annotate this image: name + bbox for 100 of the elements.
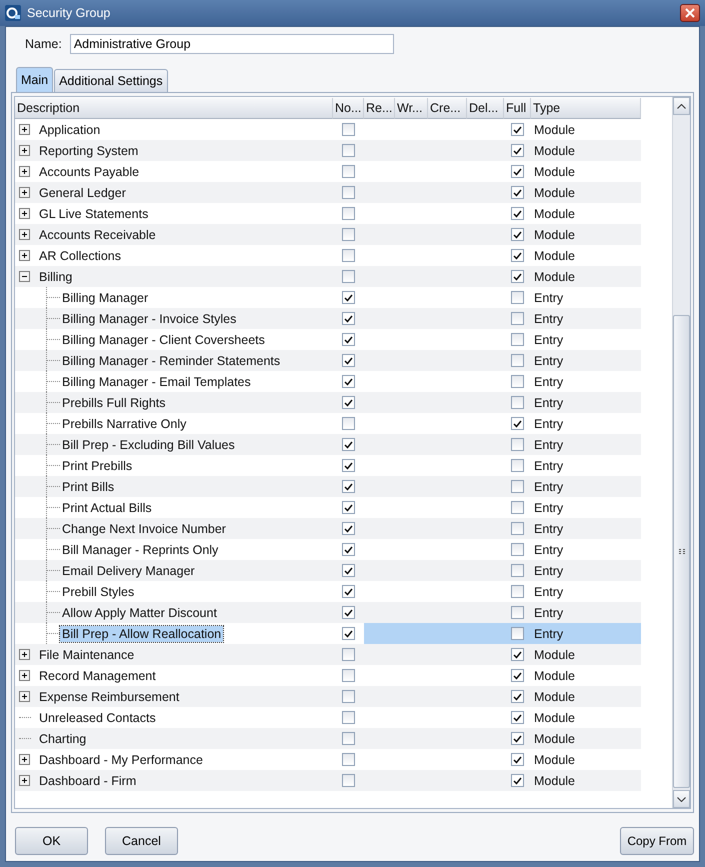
table-row[interactable]: Dashboard - Firm Module <box>15 770 641 791</box>
expand-icon[interactable] <box>19 649 30 660</box>
dialog-button[interactable]: Copy From <box>620 827 694 855</box>
checkbox[interactable] <box>511 438 524 451</box>
checkbox[interactable] <box>342 291 355 304</box>
checkbox[interactable] <box>342 501 355 514</box>
table-row[interactable]: Change Next Invoice Number Entry <box>15 518 641 539</box>
scroll-down-icon[interactable] <box>673 790 690 808</box>
checkbox[interactable] <box>342 375 355 388</box>
checkbox[interactable] <box>511 627 524 640</box>
checkbox[interactable] <box>511 144 524 157</box>
column-header[interactable]: Wr... <box>395 98 428 119</box>
checkbox[interactable] <box>342 165 355 178</box>
checkbox[interactable] <box>342 396 355 409</box>
checkbox[interactable] <box>511 585 524 598</box>
checkbox[interactable] <box>342 753 355 766</box>
table-row[interactable]: General Ledger Module <box>15 182 641 203</box>
tab[interactable]: Main <box>16 67 54 92</box>
checkbox[interactable] <box>511 396 524 409</box>
checkbox[interactable] <box>342 144 355 157</box>
checkbox[interactable] <box>342 480 355 493</box>
table-row[interactable]: Billing Manager - Reminder Statements Entry <box>15 350 641 371</box>
column-header[interactable]: No... <box>333 98 364 119</box>
checkbox[interactable] <box>511 648 524 661</box>
checkbox[interactable] <box>511 543 524 556</box>
column-header[interactable]: Type <box>531 98 641 119</box>
dialog-button[interactable]: OK <box>15 827 88 855</box>
expand-icon[interactable] <box>19 775 30 786</box>
expand-icon[interactable] <box>19 208 30 219</box>
checkbox[interactable] <box>342 648 355 661</box>
column-header[interactable]: Re... <box>364 98 395 119</box>
scroll-up-icon[interactable] <box>673 97 690 115</box>
column-header[interactable]: Full <box>504 98 531 119</box>
checkbox[interactable] <box>342 690 355 703</box>
checkbox[interactable] <box>342 606 355 619</box>
checkbox[interactable] <box>511 501 524 514</box>
checkbox[interactable] <box>511 123 524 136</box>
checkbox[interactable] <box>511 165 524 178</box>
table-row[interactable]: Accounts Receivable Module <box>15 224 641 245</box>
checkbox[interactable] <box>511 711 524 724</box>
checkbox[interactable] <box>511 417 524 430</box>
expand-icon[interactable] <box>19 250 30 261</box>
table-row[interactable]: Expense Reimbursement Module <box>15 686 641 707</box>
checkbox[interactable] <box>342 333 355 346</box>
checkbox[interactable] <box>342 459 355 472</box>
column-header[interactable]: Cre... <box>428 98 467 119</box>
checkbox[interactable] <box>342 543 355 556</box>
scroll-thumb[interactable] <box>673 315 690 788</box>
checkbox[interactable] <box>511 480 524 493</box>
expand-icon[interactable] <box>19 187 30 198</box>
table-row[interactable]: Bill Prep - Allow Reallocation Entry <box>15 623 641 644</box>
table-row[interactable]: File Maintenance Module <box>15 644 641 665</box>
checkbox[interactable] <box>511 522 524 535</box>
checkbox[interactable] <box>342 354 355 367</box>
dialog-button[interactable]: Cancel <box>105 827 178 855</box>
checkbox[interactable] <box>511 312 524 325</box>
checkbox[interactable] <box>342 312 355 325</box>
checkbox[interactable] <box>511 333 524 346</box>
checkbox[interactable] <box>342 438 355 451</box>
checkbox[interactable] <box>511 459 524 472</box>
table-row[interactable]: Email Delivery Manager Entry <box>15 560 641 581</box>
checkbox[interactable] <box>342 627 355 640</box>
column-header[interactable]: Del... <box>467 98 504 119</box>
expand-icon[interactable] <box>19 145 30 156</box>
collapse-icon[interactable] <box>19 271 30 282</box>
checkbox[interactable] <box>511 606 524 619</box>
checkbox[interactable] <box>342 228 355 241</box>
checkbox[interactable] <box>342 270 355 283</box>
checkbox[interactable] <box>511 690 524 703</box>
table-row[interactable]: Charting Module <box>15 728 641 749</box>
checkbox[interactable] <box>511 270 524 283</box>
close-button[interactable] <box>680 4 700 22</box>
table-row[interactable]: Reporting System Module <box>15 140 641 161</box>
table-row[interactable]: Billing Module <box>15 266 641 287</box>
checkbox[interactable] <box>342 564 355 577</box>
expand-icon[interactable] <box>19 691 30 702</box>
table-row[interactable]: Prebills Full Rights Entry <box>15 392 641 413</box>
checkbox[interactable] <box>511 354 524 367</box>
checkbox[interactable] <box>342 186 355 199</box>
checkbox[interactable] <box>342 732 355 745</box>
checkbox[interactable] <box>511 207 524 220</box>
checkbox[interactable] <box>511 669 524 682</box>
checkbox[interactable] <box>511 753 524 766</box>
checkbox[interactable] <box>342 123 355 136</box>
expand-icon[interactable] <box>19 229 30 240</box>
checkbox[interactable] <box>511 291 524 304</box>
checkbox[interactable] <box>342 774 355 787</box>
column-header[interactable]: Description <box>15 98 333 119</box>
vertical-scrollbar[interactable] <box>672 97 690 808</box>
checkbox[interactable] <box>511 228 524 241</box>
table-row[interactable]: Allow Apply Matter Discount Entry <box>15 602 641 623</box>
checkbox[interactable] <box>342 417 355 430</box>
checkbox[interactable] <box>511 774 524 787</box>
checkbox[interactable] <box>342 711 355 724</box>
checkbox[interactable] <box>342 207 355 220</box>
checkbox[interactable] <box>511 375 524 388</box>
checkbox[interactable] <box>511 249 524 262</box>
tab[interactable]: Additional Settings <box>54 69 168 92</box>
checkbox[interactable] <box>342 669 355 682</box>
checkbox[interactable] <box>511 564 524 577</box>
